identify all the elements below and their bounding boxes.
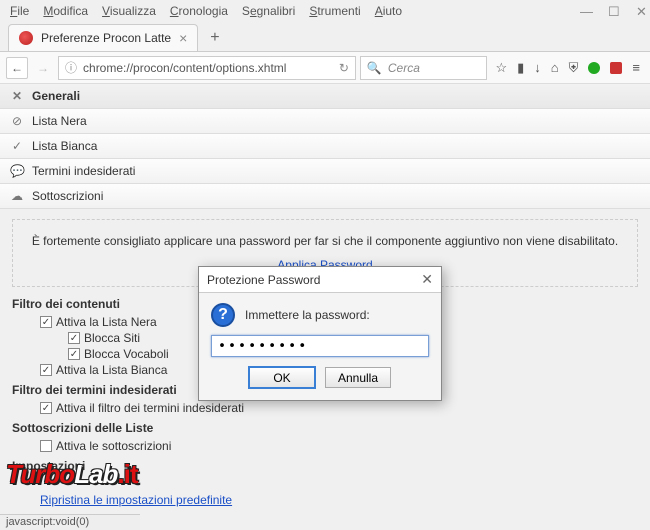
menu-segnalibri[interactable]: Segnalibri bbox=[236, 2, 301, 20]
sidebar-item-generali[interactable]: ✕ Generali bbox=[0, 84, 650, 109]
sidebar-item-lista-nera[interactable]: ⊘ Lista Nera bbox=[0, 109, 650, 134]
dialog-title-text: Protezione Password bbox=[207, 273, 320, 287]
menu-aiuto[interactable]: Aiuto bbox=[369, 2, 408, 20]
search-box[interactable]: 🔍 Cerca bbox=[360, 56, 488, 80]
addon-red-icon[interactable] bbox=[610, 62, 622, 74]
window-close-icon[interactable]: ✕ bbox=[630, 2, 646, 22]
hamburger-menu-icon[interactable]: ≡ bbox=[632, 60, 640, 75]
checkbox-filtro-termini[interactable]: ✓Attiva il filtro dei termini indesidera… bbox=[40, 401, 638, 415]
speech-icon: 💬 bbox=[10, 164, 24, 178]
url-bar[interactable]: ⓘ chrome://procon/content/options.xhtml … bbox=[58, 56, 356, 80]
forward-button[interactable]: → bbox=[32, 57, 54, 79]
sidebar-item-termini[interactable]: 💬 Termini indesiderati bbox=[0, 159, 650, 184]
cloud-icon: ☁ bbox=[10, 189, 24, 203]
settings-nav: ✕ Generali ⊘ Lista Nera ✓ Lista Bianca 💬… bbox=[0, 84, 650, 209]
link-reset-settings[interactable]: Ripristina le impostazioni predefinite bbox=[40, 493, 638, 507]
search-icon: 🔍 bbox=[367, 61, 382, 75]
password-input[interactable] bbox=[211, 335, 429, 357]
ok-button[interactable]: OK bbox=[249, 367, 315, 388]
menubar: File Modifica Visualizza Cronologia Segn… bbox=[0, 0, 650, 22]
status-bar: javascript:void(0) bbox=[0, 514, 140, 530]
sidebar-label: Lista Bianca bbox=[32, 139, 97, 153]
block-icon: ⊘ bbox=[10, 114, 24, 128]
sidebar-label: Generali bbox=[32, 89, 80, 103]
home-icon[interactable]: ⌂ bbox=[551, 60, 559, 75]
menu-cronologia[interactable]: Cronologia bbox=[164, 2, 234, 20]
info-icon[interactable]: ⓘ bbox=[65, 59, 77, 76]
menu-visualizza[interactable]: Visualizza bbox=[96, 2, 162, 20]
checkbox-icon: ✓ bbox=[68, 348, 80, 360]
dialog-prompt: Immettere la password: bbox=[245, 308, 370, 322]
cancel-button[interactable]: Annulla bbox=[325, 367, 391, 388]
menu-file[interactable]: File bbox=[4, 2, 35, 20]
checkbox-icon: ✓ bbox=[40, 316, 52, 328]
favicon-icon bbox=[19, 31, 33, 45]
checkbox-icon: ✓ bbox=[40, 402, 52, 414]
window-minimize-icon[interactable]: — bbox=[574, 2, 590, 22]
navbar: ← → ⓘ chrome://procon/content/options.xh… bbox=[0, 52, 650, 84]
browser-tab[interactable]: Preferenze Procon Latte × bbox=[8, 24, 198, 51]
shield-icon[interactable]: ⛨ bbox=[569, 60, 579, 76]
checkbox-icon: ✓ bbox=[68, 332, 80, 344]
downloads-icon[interactable]: ↓ bbox=[534, 60, 541, 75]
wrench-icon: ✕ bbox=[10, 89, 24, 103]
password-dialog: Protezione Password ✕ ? Immettere la pas… bbox=[198, 266, 442, 401]
section-impostazioni-title: Impostazioni bbox=[12, 459, 638, 473]
pocket-icon[interactable]: ▮ bbox=[517, 60, 524, 76]
tab-close-icon[interactable]: × bbox=[179, 30, 187, 46]
dialog-close-icon[interactable]: ✕ bbox=[421, 271, 433, 288]
sidebar-label: Termini indesiderati bbox=[32, 164, 135, 178]
toolbar-icons: ☆ ▮ ↓ ⌂ ⛨ ≡ bbox=[491, 60, 644, 76]
checkbox-icon: ✓ bbox=[40, 364, 52, 376]
sidebar-label: Lista Nera bbox=[32, 114, 87, 128]
bookmark-star-icon[interactable]: ☆ bbox=[495, 60, 507, 76]
section-sottoscrizioni-title: Sottoscrizioni delle Liste bbox=[12, 421, 638, 435]
sidebar-item-lista-bianca[interactable]: ✓ Lista Bianca bbox=[0, 134, 650, 159]
tab-bar: Preferenze Procon Latte × + bbox=[0, 22, 650, 52]
window-maximize-icon[interactable]: ☐ bbox=[602, 2, 618, 22]
reload-icon[interactable]: ↻ bbox=[339, 61, 349, 75]
check-icon: ✓ bbox=[10, 139, 24, 153]
url-text: chrome://procon/content/options.xhtml bbox=[83, 61, 286, 75]
menu-strumenti[interactable]: Strumenti bbox=[303, 2, 366, 20]
sidebar-label: Sottoscrizioni bbox=[32, 189, 103, 203]
checkbox-sottoscrizioni[interactable]: Attiva le sottoscrizioni bbox=[40, 439, 638, 453]
back-button[interactable]: ← bbox=[6, 57, 28, 79]
sidebar-item-sottoscrizioni[interactable]: ☁ Sottoscrizioni bbox=[0, 184, 650, 209]
tab-title: Preferenze Procon Latte bbox=[41, 31, 171, 45]
new-tab-button[interactable]: + bbox=[202, 25, 227, 51]
checkbox-icon bbox=[40, 440, 52, 452]
notice-text: È fortemente consigliato applicare una p… bbox=[23, 234, 627, 248]
menu-modifica[interactable]: Modifica bbox=[37, 2, 94, 20]
dialog-titlebar[interactable]: Protezione Password ✕ bbox=[199, 267, 441, 293]
search-placeholder: Cerca bbox=[388, 61, 420, 75]
question-icon: ? bbox=[211, 303, 235, 327]
addon-green-icon[interactable] bbox=[588, 62, 600, 74]
